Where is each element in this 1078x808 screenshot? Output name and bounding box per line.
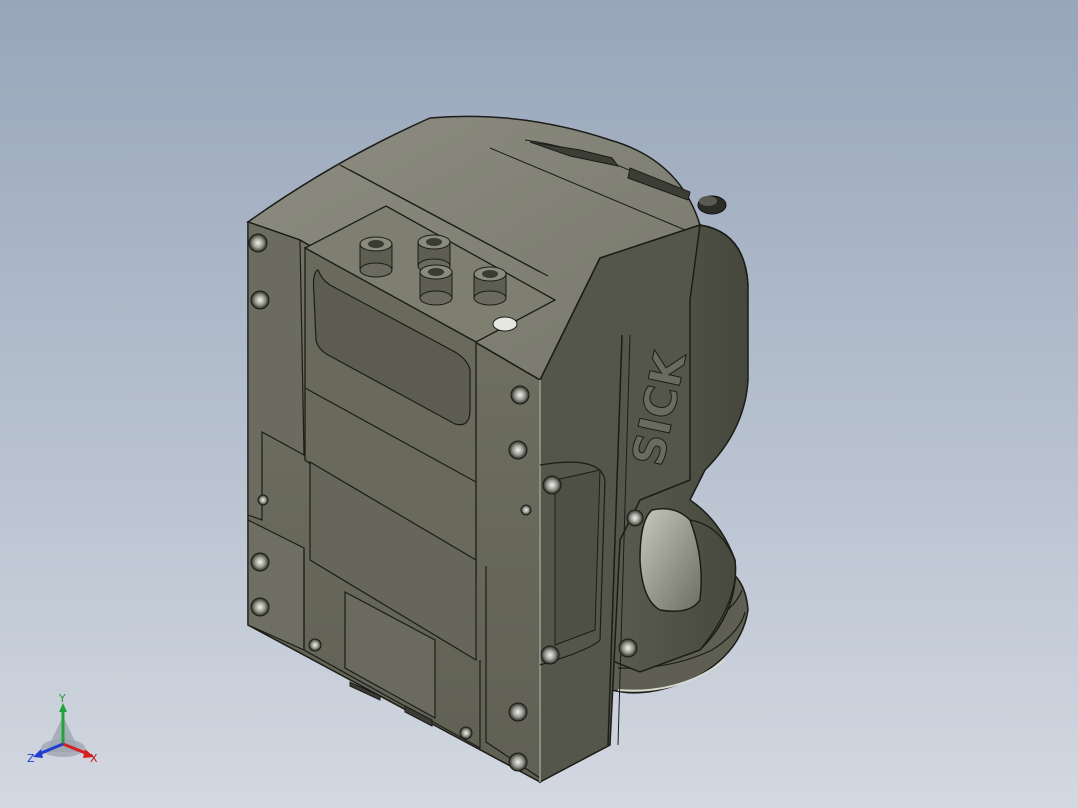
connector-3[interactable] [419, 264, 453, 306]
adjustment-knob[interactable] [697, 195, 727, 215]
y-axis-label: Y [58, 694, 66, 705]
connector-4[interactable] [473, 266, 507, 306]
z-axis-label: Z [27, 752, 35, 765]
connector-1[interactable] [359, 236, 393, 278]
vent-hole [492, 316, 518, 332]
orientation-triad[interactable]: Y X Z [24, 694, 108, 772]
x-axis-label: X [90, 752, 98, 765]
model-view[interactable]: SICK [0, 0, 1078, 808]
housing-front[interactable] [247, 205, 557, 784]
3d-viewport[interactable]: SICK Y X Z [0, 0, 1078, 808]
